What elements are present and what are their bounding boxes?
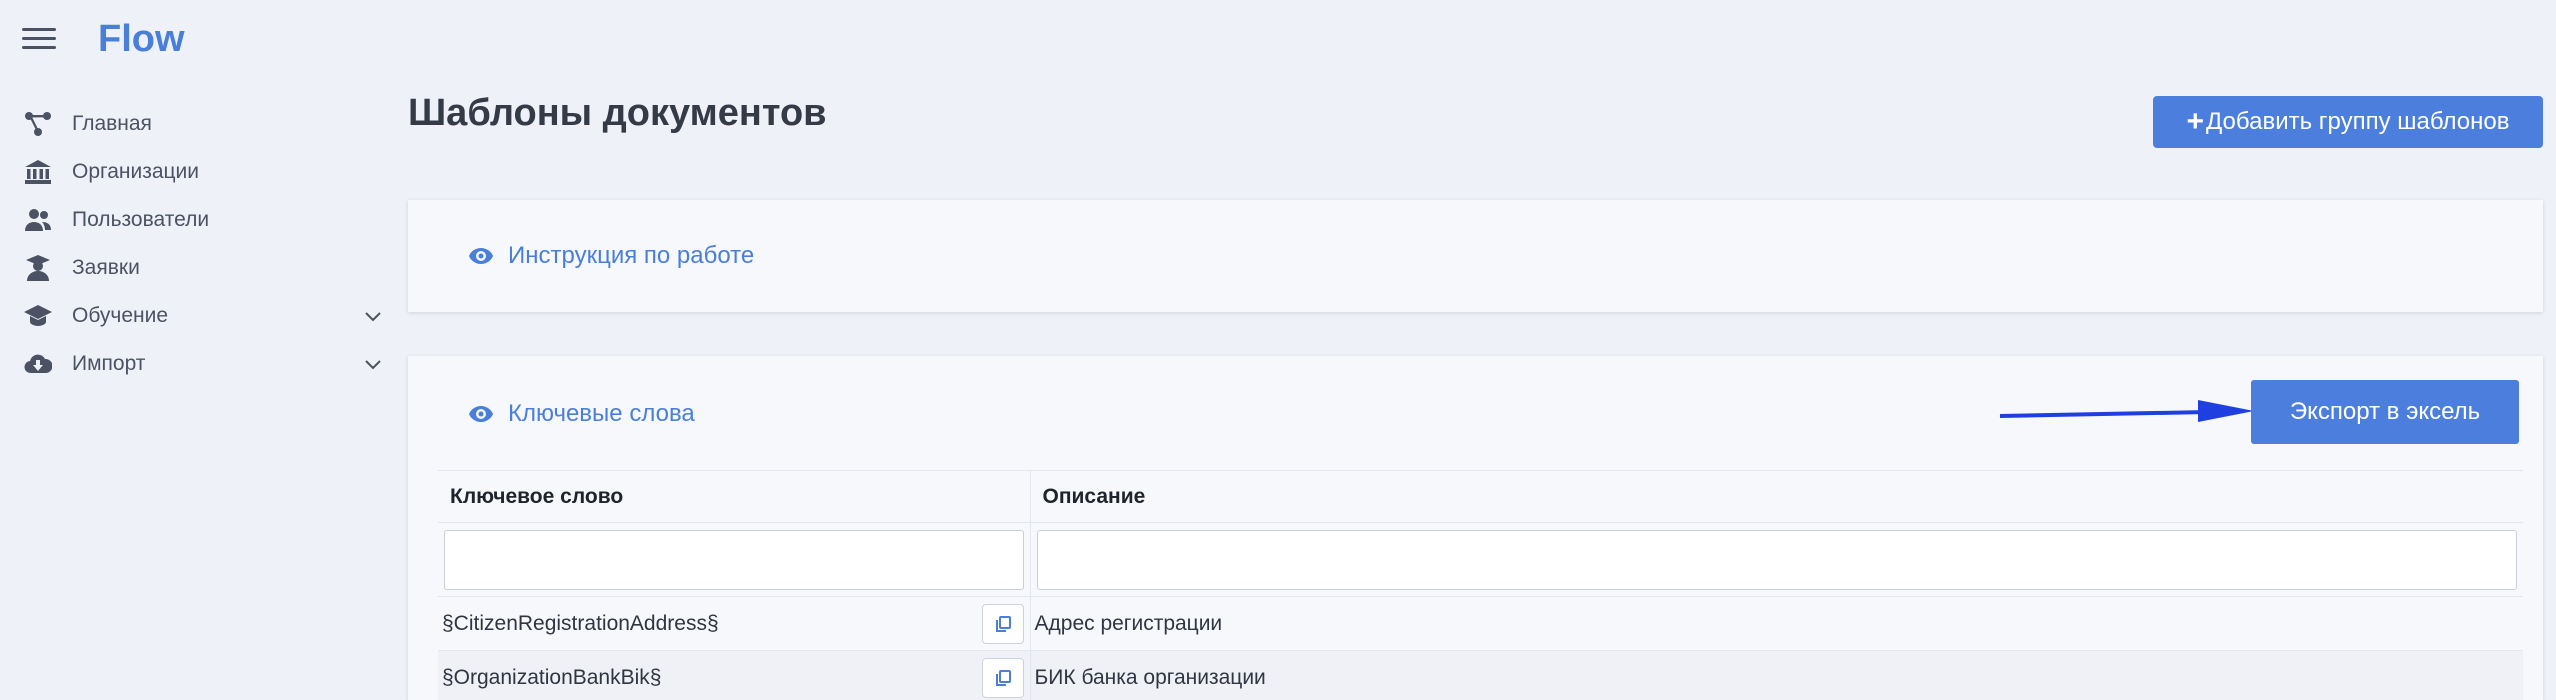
sidebar-item-training[interactable]: Обучение bbox=[0, 292, 390, 340]
add-template-group-button[interactable]: + Добавить группу шаблонов bbox=[2153, 96, 2543, 148]
sidebar-item-label: Пользователи bbox=[72, 208, 210, 231]
keywords-card: Ключевые слова Экспорт в эксель Ключевое… bbox=[408, 356, 2543, 700]
keywords-toggle[interactable]: Ключевые слова bbox=[468, 400, 695, 428]
filter-row bbox=[438, 522, 2523, 597]
graduation-cap-icon bbox=[22, 302, 54, 330]
annotation-arrow bbox=[1999, 400, 2254, 422]
keyword-text: §OrganizationBankBik§ bbox=[442, 665, 662, 689]
sidebar-item-label: Обучение bbox=[72, 304, 169, 327]
chevron-down-icon[interactable] bbox=[364, 355, 382, 373]
table-row: §OrganizationBankBik§ БИК банка организа… bbox=[438, 650, 2523, 700]
eye-icon bbox=[469, 248, 493, 264]
sidebar-item-label: Главная bbox=[72, 112, 152, 135]
description-filter-input[interactable] bbox=[1036, 529, 2517, 590]
eye-icon bbox=[469, 406, 493, 422]
brand-logo[interactable]: Flow bbox=[98, 18, 185, 61]
chevron-down-icon[interactable] bbox=[364, 307, 382, 325]
sidebar-item-label: Импорт bbox=[72, 352, 146, 375]
sidebar-item-label: Организации bbox=[72, 160, 200, 183]
copy-button[interactable] bbox=[981, 604, 1024, 644]
filter-cell bbox=[1030, 522, 2523, 597]
keywords-toggle-label: Ключевые слова bbox=[508, 400, 695, 427]
sidebar-item-label: Заявки bbox=[72, 256, 140, 279]
keyword-text: §CitizenRegistrationAddress§ bbox=[442, 611, 719, 635]
bank-icon bbox=[22, 158, 54, 186]
keyword-filter-input[interactable] bbox=[444, 529, 1024, 590]
sidebar-item-import[interactable]: Импорт bbox=[0, 340, 390, 388]
sidebar-item-users[interactable]: Пользователи bbox=[0, 196, 390, 244]
filter-cell bbox=[438, 522, 1031, 597]
page-title: Шаблоны документов bbox=[408, 92, 827, 134]
users-icon bbox=[22, 206, 54, 234]
description-cell: Адрес регистрации bbox=[1030, 596, 2523, 651]
keyword-cell: §CitizenRegistrationAddress§ bbox=[438, 596, 1031, 651]
table-row: §CitizenRegistrationAddress§ Адрес регис… bbox=[438, 596, 2523, 651]
copy-icon bbox=[995, 670, 1011, 686]
cloud-download-icon bbox=[22, 350, 54, 378]
keyword-cell: §OrganizationBankBik§ bbox=[438, 650, 1031, 700]
column-header-keyword[interactable]: Ключевое слово bbox=[438, 470, 1031, 523]
sidebar-item-organizations[interactable]: Организации bbox=[0, 148, 390, 196]
sidebar: Главная Организации Пользователи Заявки … bbox=[0, 100, 390, 388]
instructions-toggle-label: Инструкция по работе bbox=[508, 242, 755, 269]
instructions-card: Инструкция по работе bbox=[408, 200, 2543, 312]
top-bar: Flow bbox=[0, 0, 400, 90]
keywords-table: Ключевое слово Описание §CitizenRegistra… bbox=[438, 470, 2523, 700]
copy-icon bbox=[995, 616, 1011, 632]
hamburger-menu-icon[interactable] bbox=[22, 28, 56, 54]
table-header-row: Ключевое слово Описание bbox=[438, 470, 2523, 523]
instructions-toggle[interactable]: Инструкция по работе bbox=[468, 242, 754, 270]
plus-icon: + bbox=[2186, 105, 2205, 138]
user-graduate-icon bbox=[22, 254, 54, 282]
network-icon bbox=[22, 110, 54, 138]
column-header-description[interactable]: Описание bbox=[1030, 470, 2523, 523]
copy-button[interactable] bbox=[981, 658, 1024, 698]
export-excel-button[interactable]: Экспорт в эксель bbox=[2251, 380, 2519, 444]
sidebar-item-requests[interactable]: Заявки bbox=[0, 244, 390, 292]
add-template-group-label: Добавить группу шаблонов bbox=[2206, 108, 2510, 135]
sidebar-item-home[interactable]: Главная bbox=[0, 100, 390, 148]
description-cell: БИК банка организации bbox=[1030, 650, 2523, 700]
